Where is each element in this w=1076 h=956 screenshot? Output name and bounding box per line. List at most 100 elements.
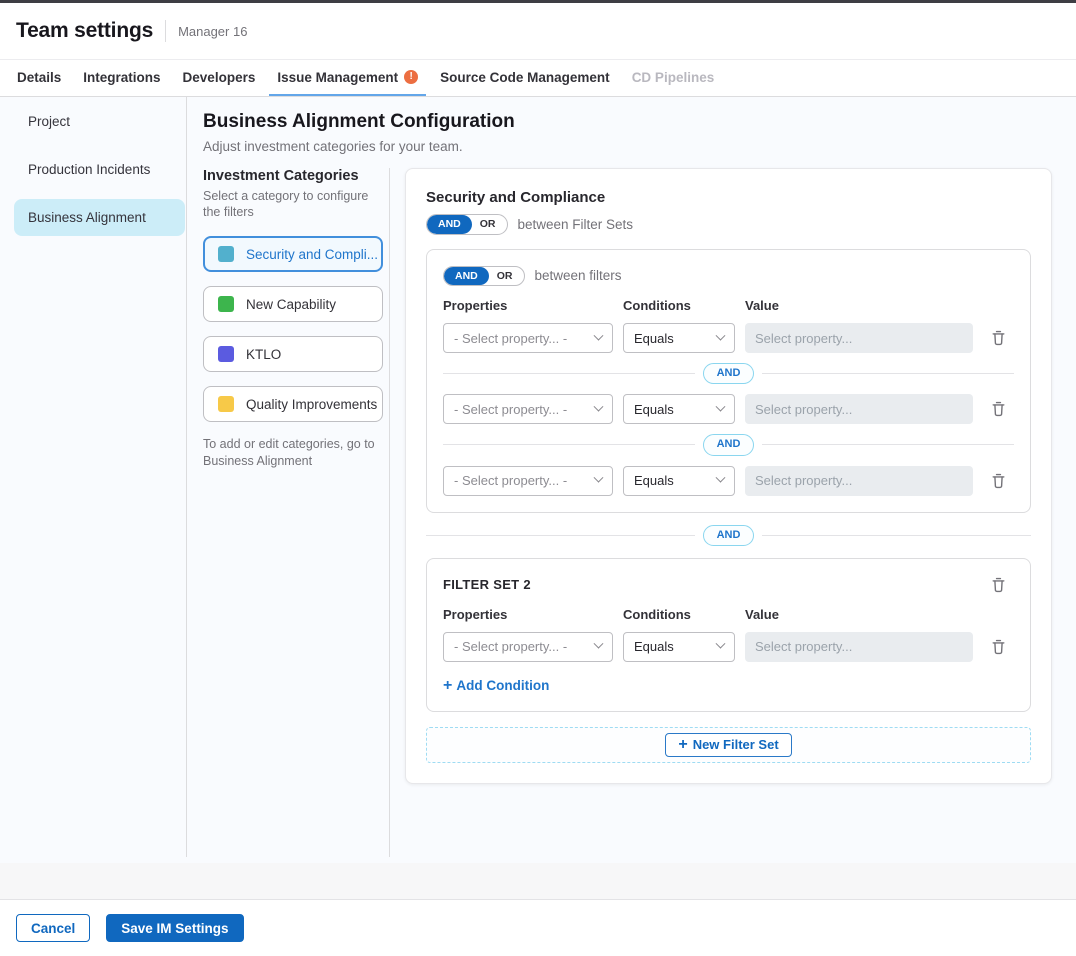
section-subheading: Adjust investment categories for your te…: [203, 139, 1076, 154]
and-connector-pill: AND: [703, 525, 755, 546]
property-select[interactable]: - Select property... -: [443, 394, 613, 424]
sidebar-item-project[interactable]: Project: [0, 103, 186, 140]
category-new-capability[interactable]: New Capability: [203, 286, 383, 322]
value-input[interactable]: [745, 394, 973, 424]
value-input[interactable]: [745, 632, 973, 662]
alert-icon: !: [404, 70, 418, 84]
column-header-value: Value: [745, 298, 973, 313]
toggle-and[interactable]: AND: [444, 267, 489, 286]
chevron-down-icon: [716, 473, 726, 483]
sidebar-item-production-incidents[interactable]: Production Incidents: [0, 151, 186, 188]
and-connector-pill: AND: [703, 434, 755, 455]
trash-icon: [991, 639, 1006, 655]
category-color-swatch: [218, 396, 234, 412]
value-input[interactable]: [745, 323, 973, 353]
sidebar-item-business-alignment[interactable]: Business Alignment: [14, 199, 185, 236]
tab-integrations[interactable]: Integrations: [75, 60, 168, 96]
settings-sidebar: Project Production Incidents Business Al…: [0, 97, 187, 857]
column-header-value: Value: [745, 607, 973, 622]
value-input[interactable]: [745, 466, 973, 496]
action-footer: Cancel Save IM Settings: [0, 899, 1076, 956]
new-filter-set-dropzone: New Filter Set: [426, 727, 1031, 763]
delete-condition-button[interactable]: [989, 471, 1008, 491]
condition-select[interactable]: Equals: [623, 632, 735, 662]
page-bottom-gap: [0, 863, 1076, 899]
trash-icon: [991, 473, 1006, 489]
categories-footnote: To add or edit categories, go to Busines…: [203, 436, 383, 470]
condition-select[interactable]: Equals: [623, 394, 735, 424]
page-header: Team settings Manager 16: [0, 3, 1076, 60]
condition-connector: AND: [443, 434, 1014, 455]
plus-icon: [678, 737, 687, 753]
trash-icon: [991, 330, 1006, 346]
tab-developers[interactable]: Developers: [175, 60, 264, 96]
section-heading: Business Alignment Configuration: [203, 111, 1076, 133]
filter-row: - Select property... - Equals: [443, 394, 1014, 424]
toggle-and[interactable]: AND: [427, 215, 472, 234]
filter-row: - Select property... - Equals: [443, 323, 1014, 353]
chevron-down-icon: [594, 639, 604, 649]
category-color-swatch: [218, 246, 234, 262]
toggle-or[interactable]: OR: [472, 215, 507, 234]
column-header-properties: Properties: [443, 607, 613, 622]
toggle-suffix: between filters: [535, 268, 622, 283]
condition-select[interactable]: Equals: [623, 466, 735, 496]
delete-condition-button[interactable]: [989, 399, 1008, 419]
tab-details[interactable]: Details: [9, 60, 69, 96]
category-color-swatch: [218, 296, 234, 312]
condition-connector: AND: [443, 363, 1014, 384]
trash-icon: [991, 577, 1006, 593]
toggle-or[interactable]: OR: [489, 267, 524, 286]
save-im-settings-button[interactable]: Save IM Settings: [106, 914, 243, 942]
chevron-down-icon: [594, 330, 604, 340]
tab-issue-management[interactable]: Issue Management !: [269, 60, 426, 96]
cancel-button[interactable]: Cancel: [16, 914, 90, 942]
categories-title: Investment Categories: [203, 168, 382, 184]
filter-row: - Select property... - Equals: [443, 632, 1014, 662]
filters-panel-wrap: Security and Compliance AND OR between F…: [390, 168, 1076, 857]
add-condition-button[interactable]: Add Condition: [443, 678, 549, 694]
investment-categories-column: Investment Categories Select a category …: [203, 168, 390, 857]
title-divider: [165, 20, 166, 42]
chevron-down-icon: [594, 473, 604, 483]
filter-set-2: FILTER SET 2 Properties Conditions Value: [426, 558, 1031, 712]
filters-and-or-toggle[interactable]: AND OR: [443, 266, 525, 287]
chevron-down-icon: [716, 639, 726, 649]
category-quality-improvements[interactable]: Quality Improvements: [203, 386, 383, 422]
tab-source-code-management[interactable]: Source Code Management: [432, 60, 618, 96]
chevron-down-icon: [716, 330, 726, 340]
column-header-properties: Properties: [443, 298, 613, 313]
filter-row: - Select property... - Equals: [443, 466, 1014, 496]
filter-sets-and-or-toggle[interactable]: AND OR: [426, 214, 508, 235]
filter-set-1: AND OR between filters Properties Condit…: [426, 249, 1031, 513]
property-select[interactable]: - Select property... -: [443, 632, 613, 662]
property-select[interactable]: - Select property... -: [443, 323, 613, 353]
delete-condition-button[interactable]: [989, 328, 1008, 348]
delete-condition-button[interactable]: [989, 637, 1008, 657]
property-select[interactable]: - Select property... -: [443, 466, 613, 496]
filter-set-connector: AND: [426, 525, 1031, 546]
panel-title: Security and Compliance: [426, 189, 1031, 206]
delete-filter-set-button[interactable]: [989, 575, 1008, 595]
page-subtitle: Manager 16: [178, 24, 247, 39]
category-security-and-compliance[interactable]: Security and Compli...: [203, 236, 383, 272]
tab-cd-pipelines: CD Pipelines: [624, 60, 723, 96]
column-header-conditions: Conditions: [623, 298, 735, 313]
chevron-down-icon: [594, 402, 604, 412]
business-alignment-section: Business Alignment Configuration Adjust …: [187, 97, 1076, 857]
chevron-down-icon: [716, 402, 726, 412]
trash-icon: [991, 401, 1006, 417]
page-title: Team settings: [16, 19, 153, 43]
new-filter-set-button[interactable]: New Filter Set: [665, 733, 791, 757]
settings-tabbar: Details Integrations Developers Issue Ma…: [0, 60, 1076, 97]
filters-panel: Security and Compliance AND OR between F…: [405, 168, 1052, 784]
categories-description: Select a category to configure the filte…: [203, 189, 375, 220]
category-ktlo[interactable]: KTLO: [203, 336, 383, 372]
settings-content: Project Production Incidents Business Al…: [0, 97, 1076, 863]
filter-set-title: FILTER SET 2: [443, 575, 531, 592]
category-color-swatch: [218, 346, 234, 362]
plus-icon: [443, 678, 452, 694]
toggle-suffix: between Filter Sets: [518, 217, 634, 232]
column-header-conditions: Conditions: [623, 607, 735, 622]
condition-select[interactable]: Equals: [623, 323, 735, 353]
